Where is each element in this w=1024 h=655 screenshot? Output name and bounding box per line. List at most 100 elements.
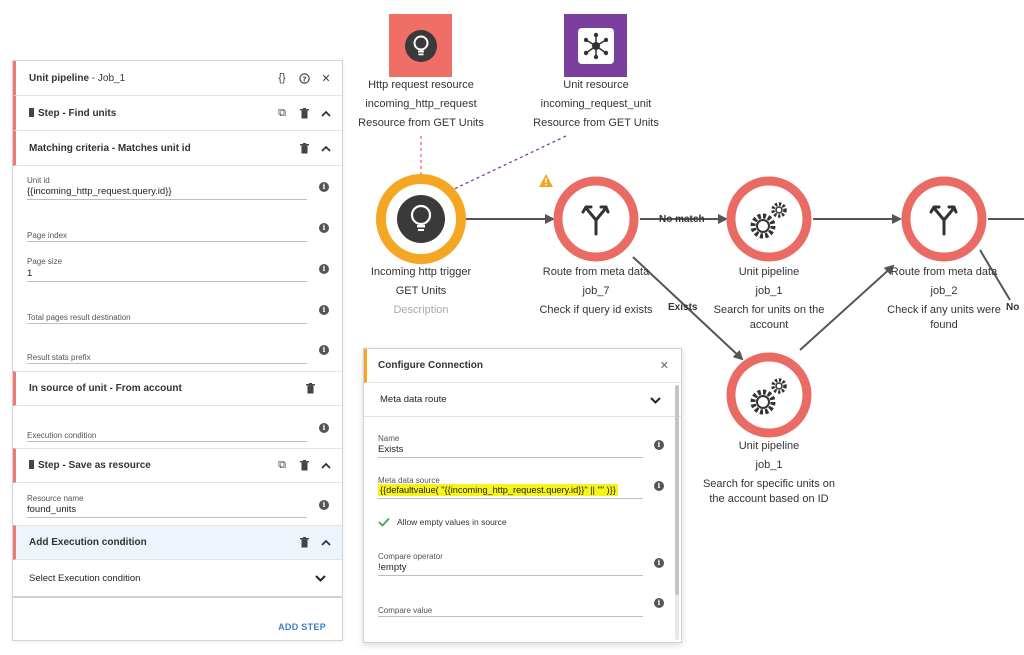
- panel-title: Unit pipeline - Job_1: [29, 73, 125, 84]
- chevron-down-icon[interactable]: [650, 391, 661, 409]
- trigger-node[interactable]: [376, 174, 466, 264]
- info-icon[interactable]: i: [654, 481, 664, 491]
- info-icon[interactable]: i: [654, 440, 664, 450]
- info-icon[interactable]: i: [654, 598, 664, 608]
- unit-resource-box[interactable]: [564, 14, 627, 77]
- route1-desc: Check if query id exists: [539, 304, 653, 316]
- add-step-button[interactable]: ADD STEP: [278, 622, 326, 632]
- pipeline-node-job1-specific[interactable]: [726, 352, 812, 438]
- compare-value-label: Compare value: [378, 606, 433, 615]
- pipeline2-desc-line2: the account based on ID: [709, 493, 829, 505]
- copy-icon[interactable]: ⧉: [276, 107, 288, 120]
- in-source-row[interactable]: In source of unit - From account: [13, 371, 342, 406]
- pipeline2-title: Unit pipeline: [738, 440, 800, 452]
- unit-resource-name: incoming_request_unit: [540, 98, 652, 110]
- info-icon[interactable]: i: [319, 264, 329, 274]
- http-resource-title: Http request resource: [368, 79, 474, 91]
- compare-value-underline: [378, 616, 643, 617]
- route-type-select[interactable]: Meta data route: [364, 383, 681, 417]
- edge-label-exists[interactable]: Exists: [668, 302, 697, 313]
- chevron-up-icon[interactable]: [320, 145, 332, 152]
- route-node-job2[interactable]: [901, 176, 987, 262]
- trash-icon[interactable]: [298, 142, 310, 154]
- compare-operator-input[interactable]: !empty: [378, 562, 407, 573]
- trash-icon[interactable]: [298, 460, 310, 471]
- resource-name-underline: [27, 517, 307, 518]
- unit-id-input[interactable]: {{incoming_http_request.query.id}}: [27, 186, 172, 197]
- info-icon[interactable]: i: [319, 223, 329, 233]
- configure-connection-dialog: Configure Connection ✕ Meta data route N…: [363, 348, 682, 643]
- pipeline-node-job1[interactable]: [726, 176, 812, 262]
- result-stats-underline: [27, 363, 307, 364]
- svg-text:?: ?: [302, 75, 306, 83]
- route-node-job7[interactable]: [553, 176, 639, 262]
- resource-name-input[interactable]: found_units: [27, 504, 76, 515]
- info-icon[interactable]: i: [319, 423, 329, 433]
- step-find-units[interactable]: Step - Find units ⧉: [13, 96, 342, 131]
- lightbulb-icon: [404, 29, 437, 62]
- http-resource-box[interactable]: [389, 14, 452, 77]
- panel-subtitle: - Job_1: [91, 72, 126, 84]
- result-stats-label: Result stats prefix: [27, 353, 91, 362]
- close-icon[interactable]: ✕: [320, 72, 332, 85]
- page-size-input[interactable]: 1: [27, 268, 32, 279]
- route1-title: Route from meta data: [542, 266, 650, 278]
- meta-source-input[interactable]: {{defaultvalue( "{{incoming_http_request…: [378, 484, 618, 496]
- select-execution-condition[interactable]: Select Execution condition: [13, 560, 342, 598]
- step-icon: [29, 460, 34, 469]
- total-pages-label: Total pages result destination: [27, 313, 131, 322]
- route2-title: Route from meta data: [890, 266, 998, 278]
- allow-empty-checkbox[interactable]: Allow empty values in source: [378, 517, 507, 527]
- add-execution-condition-row[interactable]: Add Execution condition: [13, 525, 342, 560]
- dialog-scrollbar-thumb[interactable]: [675, 385, 679, 595]
- page-index-underline: [27, 241, 307, 242]
- trash-icon[interactable]: [298, 537, 310, 548]
- chevron-up-icon[interactable]: [320, 539, 332, 546]
- compare-operator-label: Compare operator: [378, 552, 443, 561]
- step-save-as-resource[interactable]: Step - Save as resource ⧉: [13, 448, 342, 483]
- panel-title-text: Unit pipeline: [29, 72, 89, 84]
- total-pages-underline: [27, 323, 307, 324]
- edge-label-no-match[interactable]: No match: [659, 214, 705, 225]
- name-underline: [378, 457, 643, 458]
- info-icon[interactable]: i: [319, 345, 329, 355]
- trigger-title: Incoming http trigger: [370, 266, 472, 278]
- name-label: Name: [378, 434, 400, 443]
- chevron-down-icon[interactable]: [314, 574, 326, 582]
- copy-icon[interactable]: ⧉: [276, 459, 288, 472]
- chevron-up-icon[interactable]: [320, 110, 332, 117]
- info-icon[interactable]: i: [654, 558, 664, 568]
- help-icon[interactable]: ?: [298, 72, 310, 84]
- info-icon[interactable]: i: [319, 305, 329, 315]
- info-icon[interactable]: i: [319, 500, 329, 510]
- panel-header-tools: {} ? ✕: [276, 72, 332, 85]
- matching-criteria-label: Matching criteria - Matches unit id: [29, 142, 191, 154]
- meta-source-underline: [378, 498, 643, 499]
- add-execution-label: Add Execution condition: [29, 537, 147, 548]
- trash-icon[interactable]: [304, 383, 316, 394]
- http-resource-desc: Resource from GET Units: [358, 117, 484, 129]
- unit-id-label: Unit id: [27, 176, 50, 185]
- in-source-label: In source of unit - From account: [29, 383, 182, 394]
- edge-label-no[interactable]: No: [1006, 302, 1019, 313]
- network-icon: [577, 27, 614, 64]
- allow-empty-label: Allow empty values in source: [397, 517, 507, 527]
- matching-criteria[interactable]: Matching criteria - Matches unit id: [13, 131, 342, 166]
- trash-icon[interactable]: [298, 107, 310, 119]
- dialog-title: Configure Connection: [378, 360, 483, 371]
- json-icon[interactable]: {}: [276, 72, 288, 84]
- pipeline-panel: Unit pipeline - Job_1 {} ? ✕ Step - Find…: [12, 60, 343, 641]
- close-icon[interactable]: ✕: [660, 359, 669, 372]
- panel-header: Unit pipeline - Job_1 {} ? ✕: [13, 61, 342, 96]
- trigger-description[interactable]: Description: [393, 305, 448, 316]
- name-input[interactable]: Exists: [378, 444, 403, 455]
- route2-desc-line1: Check if any units were: [887, 304, 1001, 316]
- info-icon[interactable]: i: [319, 182, 329, 192]
- page-size-underline: [27, 281, 307, 282]
- unit-resource-desc: Resource from GET Units: [533, 117, 659, 129]
- check-icon: [378, 517, 390, 527]
- meta-source-value: {{defaultvalue( "{{incoming_http_request…: [378, 484, 618, 496]
- dialog-scrollbar[interactable]: [675, 385, 679, 640]
- page-index-label: Page index: [27, 231, 68, 240]
- chevron-up-icon[interactable]: [320, 462, 332, 469]
